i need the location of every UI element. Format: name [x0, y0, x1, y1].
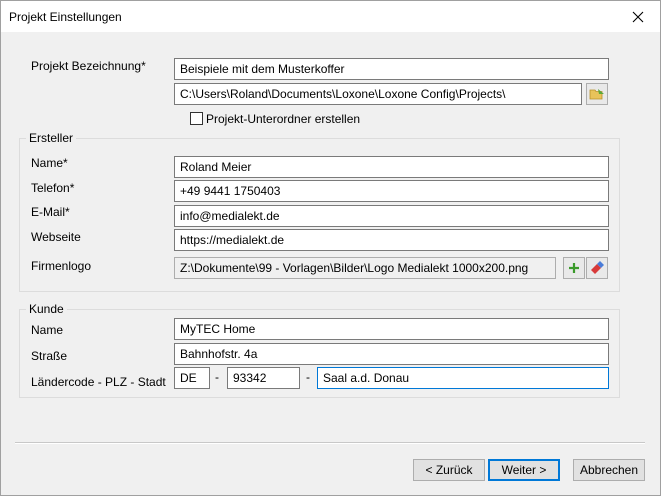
subfolder-label: Projekt-Unterordner erstellen	[206, 112, 361, 126]
customer-street-input[interactable]: Bahnhofstr. 4a	[174, 343, 609, 365]
dialog-window: Projekt Einstellungen Projekt Bezeichnun…	[0, 0, 661, 496]
creator-name-label: Name*	[31, 156, 68, 170]
customer-country-input[interactable]: DE	[174, 367, 210, 389]
customer-street-label: Straße	[31, 349, 68, 363]
close-icon	[632, 11, 644, 22]
customer-city-input[interactable]: Saal a.d. Donau	[317, 367, 609, 389]
location-separator: -	[306, 370, 310, 384]
creator-website-label: Webseite	[31, 230, 81, 244]
customer-group-title: Kunde	[26, 302, 67, 316]
clear-logo-button[interactable]	[586, 257, 608, 279]
cancel-button[interactable]: Abbrechen	[573, 459, 645, 481]
creator-email-input[interactable]: info@medialekt.de	[174, 205, 609, 227]
customer-location-label: Ländercode - PLZ - Stadt	[31, 375, 166, 389]
location-separator: -	[215, 370, 219, 384]
customer-zip-input[interactable]: 93342	[227, 367, 300, 389]
creator-logo-input[interactable]: Z:\Dokumente\99 - Vorlagen\Bilder\Logo M…	[174, 257, 556, 279]
footer-divider	[15, 442, 645, 444]
close-button[interactable]	[616, 1, 660, 32]
project-name-label: Projekt Bezeichnung*	[31, 59, 146, 73]
folder-browse-icon	[589, 89, 604, 100]
creator-group-title: Ersteller	[26, 131, 77, 145]
subfolder-checkbox[interactable]	[190, 112, 203, 125]
creator-website-input[interactable]: https://medialekt.de	[174, 229, 609, 251]
customer-name-label: Name	[31, 323, 64, 337]
add-icon	[569, 263, 579, 273]
project-name-input[interactable]: Beispiele mit dem Musterkoffer	[174, 58, 609, 80]
title-bar: Projekt Einstellungen	[1, 1, 660, 32]
window-title: Projekt Einstellungen	[9, 10, 122, 24]
creator-phone-input[interactable]: +49 9441 1750403	[174, 180, 609, 202]
project-path-input[interactable]: C:\Users\Roland\Documents\Loxone\Loxone …	[174, 83, 582, 105]
next-button[interactable]: Weiter >	[488, 459, 560, 481]
eraser-icon	[591, 261, 604, 274]
creator-name-input[interactable]: Roland Meier	[174, 156, 609, 178]
browse-folder-button[interactable]	[586, 83, 608, 105]
add-logo-button[interactable]	[563, 257, 585, 279]
creator-email-label: E-Mail*	[31, 205, 70, 219]
customer-name-input[interactable]: MyTEC Home	[174, 318, 609, 340]
creator-logo-label: Firmenlogo	[31, 259, 92, 273]
back-button[interactable]: < Zurück	[413, 459, 485, 481]
creator-phone-label: Telefon*	[31, 181, 75, 195]
